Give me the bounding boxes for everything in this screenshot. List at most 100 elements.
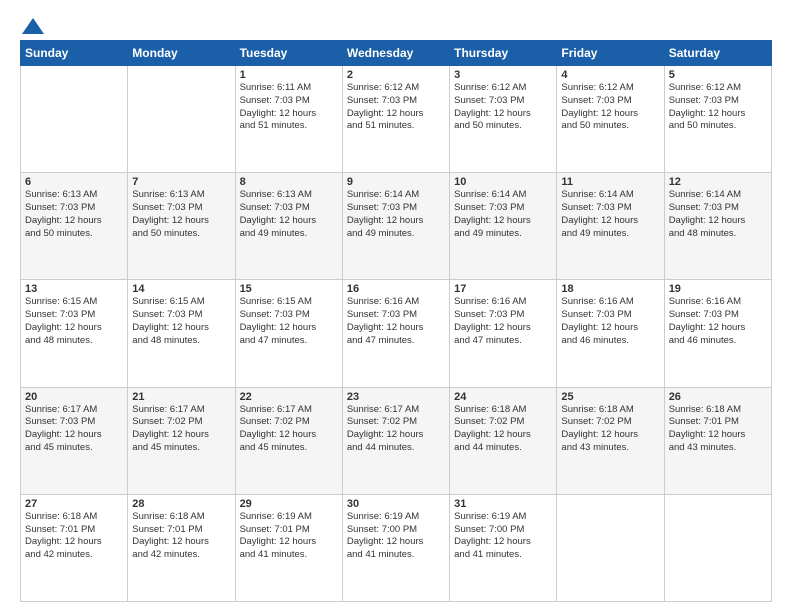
day-number: 20 bbox=[25, 391, 123, 403]
day-number: 16 bbox=[347, 283, 445, 295]
day-number: 17 bbox=[454, 283, 552, 295]
page: SundayMondayTuesdayWednesdayThursdayFrid… bbox=[0, 0, 792, 612]
day-info: Sunrise: 6:18 AM Sunset: 7:02 PM Dayligh… bbox=[454, 404, 552, 455]
day-number: 15 bbox=[240, 283, 338, 295]
calendar-cell: 6Sunrise: 6:13 AM Sunset: 7:03 PM Daylig… bbox=[21, 173, 128, 280]
day-number: 8 bbox=[240, 176, 338, 188]
calendar-cell: 5Sunrise: 6:12 AM Sunset: 7:03 PM Daylig… bbox=[664, 66, 771, 173]
day-number: 25 bbox=[561, 391, 659, 403]
calendar-cell: 13Sunrise: 6:15 AM Sunset: 7:03 PM Dayli… bbox=[21, 280, 128, 387]
calendar-cell: 23Sunrise: 6:17 AM Sunset: 7:02 PM Dayli… bbox=[342, 387, 449, 494]
calendar-cell: 17Sunrise: 6:16 AM Sunset: 7:03 PM Dayli… bbox=[450, 280, 557, 387]
day-info: Sunrise: 6:14 AM Sunset: 7:03 PM Dayligh… bbox=[454, 189, 552, 240]
day-info: Sunrise: 6:19 AM Sunset: 7:00 PM Dayligh… bbox=[454, 511, 552, 562]
calendar-header-friday: Friday bbox=[557, 41, 664, 66]
day-info: Sunrise: 6:15 AM Sunset: 7:03 PM Dayligh… bbox=[25, 296, 123, 347]
calendar-cell: 30Sunrise: 6:19 AM Sunset: 7:00 PM Dayli… bbox=[342, 494, 449, 601]
calendar-header-monday: Monday bbox=[128, 41, 235, 66]
day-info: Sunrise: 6:16 AM Sunset: 7:03 PM Dayligh… bbox=[669, 296, 767, 347]
calendar-cell: 4Sunrise: 6:12 AM Sunset: 7:03 PM Daylig… bbox=[557, 66, 664, 173]
calendar-header-row: SundayMondayTuesdayWednesdayThursdayFrid… bbox=[21, 41, 772, 66]
calendar-cell: 1Sunrise: 6:11 AM Sunset: 7:03 PM Daylig… bbox=[235, 66, 342, 173]
calendar-week-1: 1Sunrise: 6:11 AM Sunset: 7:03 PM Daylig… bbox=[21, 66, 772, 173]
day-number: 11 bbox=[561, 176, 659, 188]
day-info: Sunrise: 6:16 AM Sunset: 7:03 PM Dayligh… bbox=[347, 296, 445, 347]
calendar-header-tuesday: Tuesday bbox=[235, 41, 342, 66]
day-number: 6 bbox=[25, 176, 123, 188]
day-info: Sunrise: 6:17 AM Sunset: 7:02 PM Dayligh… bbox=[240, 404, 338, 455]
day-info: Sunrise: 6:18 AM Sunset: 7:01 PM Dayligh… bbox=[132, 511, 230, 562]
calendar-cell: 9Sunrise: 6:14 AM Sunset: 7:03 PM Daylig… bbox=[342, 173, 449, 280]
calendar-header-sunday: Sunday bbox=[21, 41, 128, 66]
day-info: Sunrise: 6:14 AM Sunset: 7:03 PM Dayligh… bbox=[561, 189, 659, 240]
calendar-cell: 16Sunrise: 6:16 AM Sunset: 7:03 PM Dayli… bbox=[342, 280, 449, 387]
day-number: 18 bbox=[561, 283, 659, 295]
calendar-cell bbox=[21, 66, 128, 173]
calendar-table: SundayMondayTuesdayWednesdayThursdayFrid… bbox=[20, 40, 772, 602]
calendar-cell: 10Sunrise: 6:14 AM Sunset: 7:03 PM Dayli… bbox=[450, 173, 557, 280]
calendar-cell bbox=[128, 66, 235, 173]
day-info: Sunrise: 6:13 AM Sunset: 7:03 PM Dayligh… bbox=[25, 189, 123, 240]
calendar-header-thursday: Thursday bbox=[450, 41, 557, 66]
day-info: Sunrise: 6:18 AM Sunset: 7:02 PM Dayligh… bbox=[561, 404, 659, 455]
calendar-cell: 26Sunrise: 6:18 AM Sunset: 7:01 PM Dayli… bbox=[664, 387, 771, 494]
calendar-cell: 3Sunrise: 6:12 AM Sunset: 7:03 PM Daylig… bbox=[450, 66, 557, 173]
day-info: Sunrise: 6:13 AM Sunset: 7:03 PM Dayligh… bbox=[240, 189, 338, 240]
logo bbox=[20, 16, 44, 32]
day-number: 26 bbox=[669, 391, 767, 403]
day-info: Sunrise: 6:12 AM Sunset: 7:03 PM Dayligh… bbox=[561, 82, 659, 133]
calendar-header-wednesday: Wednesday bbox=[342, 41, 449, 66]
calendar-week-4: 20Sunrise: 6:17 AM Sunset: 7:03 PM Dayli… bbox=[21, 387, 772, 494]
day-number: 21 bbox=[132, 391, 230, 403]
day-info: Sunrise: 6:11 AM Sunset: 7:03 PM Dayligh… bbox=[240, 82, 338, 133]
calendar-cell: 28Sunrise: 6:18 AM Sunset: 7:01 PM Dayli… bbox=[128, 494, 235, 601]
day-number: 9 bbox=[347, 176, 445, 188]
calendar-cell: 24Sunrise: 6:18 AM Sunset: 7:02 PM Dayli… bbox=[450, 387, 557, 494]
day-info: Sunrise: 6:15 AM Sunset: 7:03 PM Dayligh… bbox=[240, 296, 338, 347]
calendar-cell: 21Sunrise: 6:17 AM Sunset: 7:02 PM Dayli… bbox=[128, 387, 235, 494]
calendar-week-5: 27Sunrise: 6:18 AM Sunset: 7:01 PM Dayli… bbox=[21, 494, 772, 601]
calendar-cell bbox=[664, 494, 771, 601]
calendar-cell: 29Sunrise: 6:19 AM Sunset: 7:01 PM Dayli… bbox=[235, 494, 342, 601]
calendar-cell: 22Sunrise: 6:17 AM Sunset: 7:02 PM Dayli… bbox=[235, 387, 342, 494]
day-number: 5 bbox=[669, 69, 767, 81]
day-number: 3 bbox=[454, 69, 552, 81]
day-number: 29 bbox=[240, 498, 338, 510]
day-number: 10 bbox=[454, 176, 552, 188]
day-number: 19 bbox=[669, 283, 767, 295]
calendar-cell: 8Sunrise: 6:13 AM Sunset: 7:03 PM Daylig… bbox=[235, 173, 342, 280]
calendar-cell: 19Sunrise: 6:16 AM Sunset: 7:03 PM Dayli… bbox=[664, 280, 771, 387]
day-number: 30 bbox=[347, 498, 445, 510]
day-number: 4 bbox=[561, 69, 659, 81]
day-info: Sunrise: 6:17 AM Sunset: 7:02 PM Dayligh… bbox=[132, 404, 230, 455]
day-info: Sunrise: 6:16 AM Sunset: 7:03 PM Dayligh… bbox=[454, 296, 552, 347]
day-info: Sunrise: 6:15 AM Sunset: 7:03 PM Dayligh… bbox=[132, 296, 230, 347]
day-info: Sunrise: 6:18 AM Sunset: 7:01 PM Dayligh… bbox=[669, 404, 767, 455]
day-number: 27 bbox=[25, 498, 123, 510]
day-number: 28 bbox=[132, 498, 230, 510]
day-info: Sunrise: 6:12 AM Sunset: 7:03 PM Dayligh… bbox=[347, 82, 445, 133]
calendar-cell: 14Sunrise: 6:15 AM Sunset: 7:03 PM Dayli… bbox=[128, 280, 235, 387]
day-info: Sunrise: 6:19 AM Sunset: 7:00 PM Dayligh… bbox=[347, 511, 445, 562]
day-number: 23 bbox=[347, 391, 445, 403]
day-number: 7 bbox=[132, 176, 230, 188]
logo-icon bbox=[22, 18, 44, 34]
calendar-cell: 7Sunrise: 6:13 AM Sunset: 7:03 PM Daylig… bbox=[128, 173, 235, 280]
day-info: Sunrise: 6:19 AM Sunset: 7:01 PM Dayligh… bbox=[240, 511, 338, 562]
day-number: 14 bbox=[132, 283, 230, 295]
calendar-cell bbox=[557, 494, 664, 601]
calendar-week-2: 6Sunrise: 6:13 AM Sunset: 7:03 PM Daylig… bbox=[21, 173, 772, 280]
day-info: Sunrise: 6:12 AM Sunset: 7:03 PM Dayligh… bbox=[454, 82, 552, 133]
day-info: Sunrise: 6:16 AM Sunset: 7:03 PM Dayligh… bbox=[561, 296, 659, 347]
calendar-header-saturday: Saturday bbox=[664, 41, 771, 66]
day-number: 22 bbox=[240, 391, 338, 403]
calendar-cell: 12Sunrise: 6:14 AM Sunset: 7:03 PM Dayli… bbox=[664, 173, 771, 280]
day-info: Sunrise: 6:14 AM Sunset: 7:03 PM Dayligh… bbox=[669, 189, 767, 240]
calendar-cell: 31Sunrise: 6:19 AM Sunset: 7:00 PM Dayli… bbox=[450, 494, 557, 601]
calendar-cell: 18Sunrise: 6:16 AM Sunset: 7:03 PM Dayli… bbox=[557, 280, 664, 387]
day-info: Sunrise: 6:18 AM Sunset: 7:01 PM Dayligh… bbox=[25, 511, 123, 562]
calendar-cell: 25Sunrise: 6:18 AM Sunset: 7:02 PM Dayli… bbox=[557, 387, 664, 494]
calendar-cell: 11Sunrise: 6:14 AM Sunset: 7:03 PM Dayli… bbox=[557, 173, 664, 280]
calendar-cell: 2Sunrise: 6:12 AM Sunset: 7:03 PM Daylig… bbox=[342, 66, 449, 173]
day-info: Sunrise: 6:17 AM Sunset: 7:03 PM Dayligh… bbox=[25, 404, 123, 455]
